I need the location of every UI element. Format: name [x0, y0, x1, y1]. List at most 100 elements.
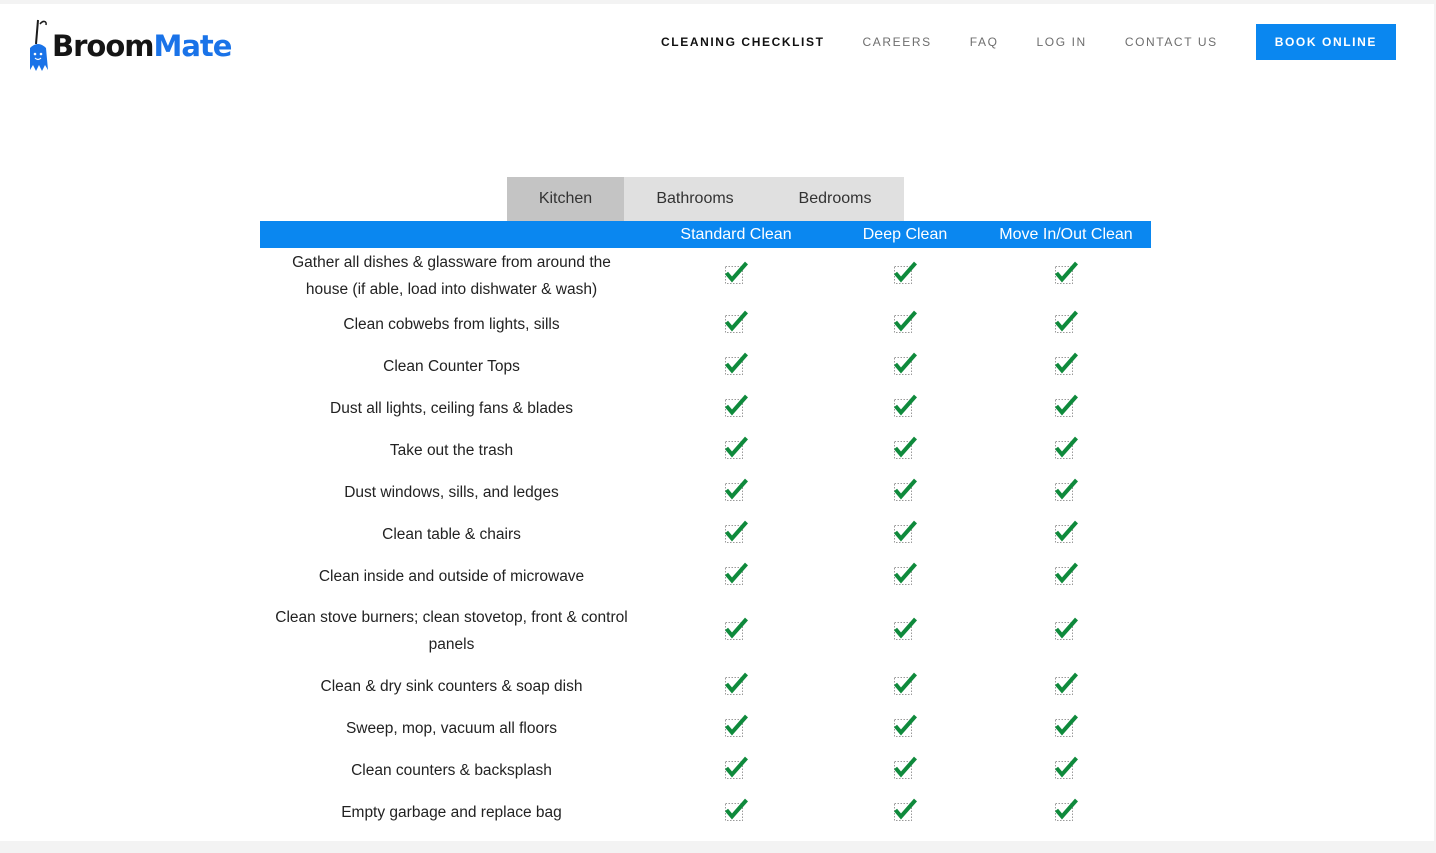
- check-cell-move-in-out-clean: [981, 562, 1151, 591]
- task-label: Clean cobwebs from lights, sills: [343, 315, 560, 333]
- main-nav: CLEANING CHECKLIST CAREERS FAQ LOG IN CO…: [661, 24, 1396, 60]
- check-cell-standard-clean: [643, 352, 829, 381]
- check-cell-deep-clean: [829, 261, 981, 290]
- check-cell-move-in-out-clean: [981, 798, 1151, 827]
- table-row: Clean table & chairs: [260, 513, 1151, 555]
- tab-bathrooms[interactable]: Bathrooms: [624, 177, 766, 221]
- nav-faq[interactable]: FAQ: [970, 35, 999, 49]
- checkmark-icon: [724, 617, 749, 646]
- nav-log-in[interactable]: LOG IN: [1037, 35, 1087, 49]
- task-label: Clean counters & backsplash: [351, 761, 552, 779]
- table-row: Clean inside and outside of microwave: [260, 555, 1151, 597]
- checkmark-icon: [893, 520, 918, 549]
- checkmark-icon: [893, 394, 918, 423]
- brand-part-2: Mate: [153, 29, 232, 63]
- checkmark-icon: [893, 562, 918, 591]
- nav-contact-us[interactable]: CONTACT US: [1125, 35, 1218, 49]
- checkmark-icon: [724, 478, 749, 507]
- task-label: Clean & dry sink counters & soap dish: [320, 677, 583, 695]
- logo[interactable]: BroomMate: [24, 16, 244, 76]
- table-row: Sweep, mop, vacuum all floors: [260, 707, 1151, 749]
- check-cell-move-in-out-clean: [981, 352, 1151, 381]
- checkmark-icon: [1054, 617, 1079, 646]
- check-cell-move-in-out-clean: [981, 617, 1151, 646]
- checkmark-icon: [1054, 352, 1079, 381]
- checkmark-icon: [1054, 672, 1079, 701]
- table-row: Take out the trash: [260, 429, 1151, 471]
- check-cell-deep-clean: [829, 394, 981, 423]
- check-cell-move-in-out-clean: [981, 261, 1151, 290]
- check-cell-move-in-out-clean: [981, 520, 1151, 549]
- check-cell-deep-clean: [829, 436, 981, 465]
- task-label: Dust all lights, ceiling fans & blades: [330, 399, 573, 417]
- check-cell-standard-clean: [643, 520, 829, 549]
- check-cell-move-in-out-clean: [981, 310, 1151, 339]
- checkmark-icon: [893, 798, 918, 827]
- checkmark-icon: [724, 310, 749, 339]
- check-cell-deep-clean: [829, 714, 981, 743]
- column-header-move-in-out-clean: Move In/Out Clean: [999, 225, 1133, 243]
- check-cell-deep-clean: [829, 617, 981, 646]
- check-cell-deep-clean: [829, 520, 981, 549]
- checkmark-icon: [1054, 562, 1079, 591]
- checkmark-icon: [1054, 714, 1079, 743]
- task-label: Clean inside and outside of microwave: [318, 567, 585, 585]
- checkmark-icon: [893, 617, 918, 646]
- task-label: Sweep, mop, vacuum all floors: [345, 719, 558, 737]
- check-cell-standard-clean: [643, 617, 829, 646]
- check-cell-deep-clean: [829, 756, 981, 785]
- check-cell-standard-clean: [643, 798, 829, 827]
- checkmark-icon: [893, 478, 918, 507]
- table-row: Clean counters & backsplash: [260, 749, 1151, 791]
- nav-careers[interactable]: CAREERS: [863, 35, 932, 49]
- checkmark-icon: [1054, 798, 1079, 827]
- checkmark-icon: [1054, 394, 1079, 423]
- check-cell-move-in-out-clean: [981, 756, 1151, 785]
- check-cell-standard-clean: [643, 310, 829, 339]
- check-cell-standard-clean: [643, 436, 829, 465]
- checkmark-icon: [724, 714, 749, 743]
- checkmark-icon: [1054, 436, 1079, 465]
- checkmark-icon: [724, 261, 749, 290]
- nav-cleaning-checklist[interactable]: CLEANING CHECKLIST: [661, 35, 824, 49]
- check-cell-move-in-out-clean: [981, 436, 1151, 465]
- column-header-deep-clean: Deep Clean: [862, 225, 948, 243]
- check-cell-deep-clean: [829, 310, 981, 339]
- table-body: Gather all dishes & glassware from aroun…: [260, 248, 1151, 833]
- check-cell-deep-clean: [829, 798, 981, 827]
- check-cell-deep-clean: [829, 562, 981, 591]
- brand-name: BroomMate: [52, 29, 232, 63]
- table-row: Dust windows, sills, and ledges: [260, 471, 1151, 513]
- book-online-button[interactable]: BOOK ONLINE: [1255, 24, 1396, 60]
- tab-bedrooms[interactable]: Bedrooms: [766, 177, 904, 221]
- checkmark-icon: [724, 798, 749, 827]
- task-label: Clean stove burners; clean stovetop, fro…: [275, 609, 628, 653]
- checkmark-icon: [893, 714, 918, 743]
- check-cell-move-in-out-clean: [981, 478, 1151, 507]
- checkmark-icon: [724, 436, 749, 465]
- checkmark-icon: [1054, 478, 1079, 507]
- checkmark-icon: [893, 436, 918, 465]
- checkmark-icon: [724, 562, 749, 591]
- check-cell-standard-clean: [643, 714, 829, 743]
- checkmark-icon: [1054, 756, 1079, 785]
- checkmark-icon: [724, 520, 749, 549]
- broom-mascot-icon: [30, 19, 48, 71]
- checkmark-icon: [1054, 520, 1079, 549]
- check-cell-standard-clean: [643, 394, 829, 423]
- check-cell-deep-clean: [829, 352, 981, 381]
- checkmark-icon: [724, 352, 749, 381]
- checkmark-icon: [724, 394, 749, 423]
- page: BroomMate CLEANING CHECKLIST CAREERS FAQ…: [0, 4, 1434, 841]
- check-cell-standard-clean: [643, 261, 829, 290]
- table-header: Standard Clean Deep Clean Move In/Out Cl…: [260, 221, 1151, 248]
- tab-kitchen[interactable]: Kitchen: [507, 177, 624, 221]
- checkmark-icon: [1054, 261, 1079, 290]
- table-row: Empty garbage and replace bag: [260, 791, 1151, 833]
- task-label: Clean table & chairs: [382, 525, 521, 543]
- check-cell-deep-clean: [829, 672, 981, 701]
- task-label: Take out the trash: [389, 441, 514, 459]
- check-cell-move-in-out-clean: [981, 714, 1151, 743]
- column-header-standard-clean: Standard Clean: [680, 225, 792, 243]
- check-cell-standard-clean: [643, 672, 829, 701]
